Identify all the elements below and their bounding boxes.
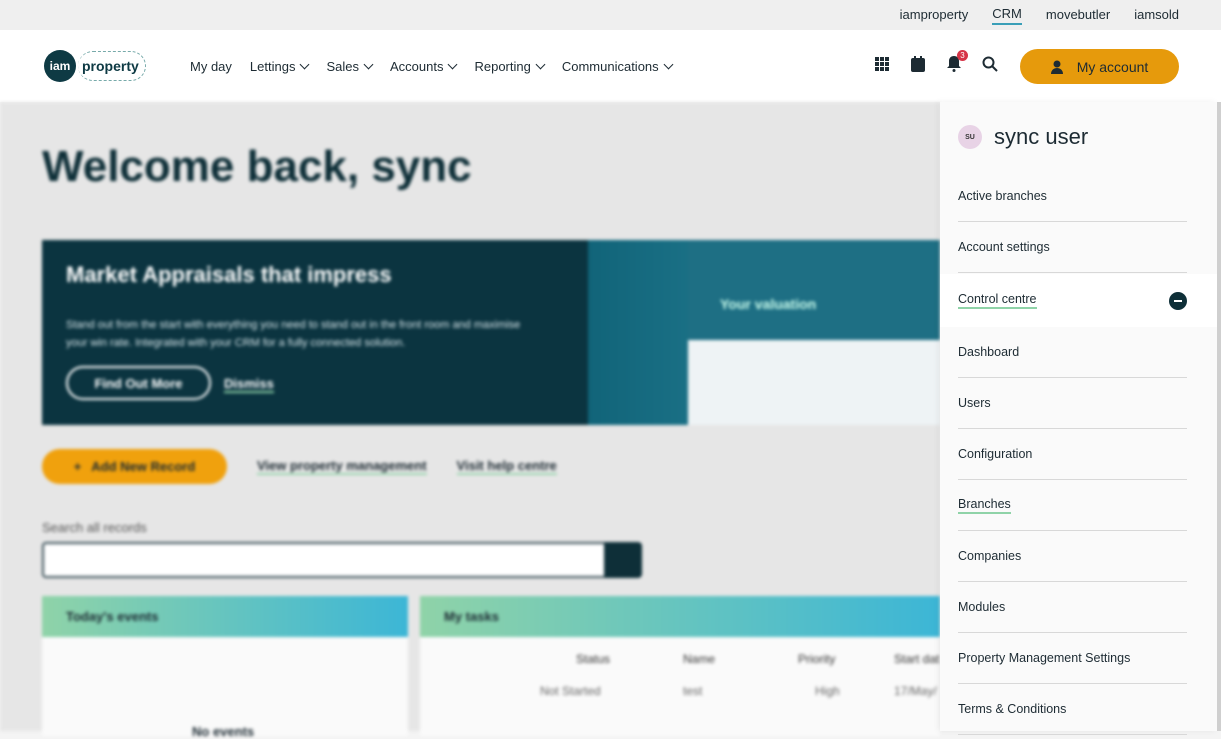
logo-word: property bbox=[78, 51, 146, 81]
chevron-down-icon bbox=[300, 59, 310, 69]
drawer-item-label: Property Management Settings bbox=[958, 651, 1131, 665]
visit-help-centre-link[interactable]: Visit help centre bbox=[456, 458, 557, 475]
task-name[interactable]: test bbox=[683, 684, 702, 698]
chevron-down-icon bbox=[363, 59, 374, 69]
drawer-item-configuration[interactable]: Configuration bbox=[958, 429, 1187, 480]
nav-item-lettings[interactable]: Lettings bbox=[249, 58, 310, 74]
events-header: Today's events bbox=[42, 596, 408, 637]
nav-label: Sales bbox=[326, 58, 359, 74]
brand-link-crm[interactable]: CRM bbox=[992, 6, 1022, 25]
nav-label: Lettings bbox=[249, 58, 296, 74]
column-header: Start dat bbox=[894, 652, 940, 666]
search-submit-button[interactable] bbox=[604, 542, 642, 578]
logo[interactable]: iam property bbox=[44, 50, 146, 82]
column-header: Priority bbox=[798, 652, 836, 666]
drawer-item-terms-conditions[interactable]: Terms & Conditions bbox=[958, 684, 1187, 735]
brand-switcher: iamproperty CRM movebutler iamsold bbox=[0, 0, 1221, 30]
drawer-item-property-management-settings[interactable]: Property Management Settings bbox=[958, 633, 1187, 684]
chevron-down-icon bbox=[535, 59, 546, 69]
my-tasks-panel: My tasks Status Name Priority Start dat … bbox=[420, 596, 940, 736]
nav-item-communications[interactable]: Communications bbox=[561, 58, 674, 74]
drawer-item-control-centre[interactable]: Control centre bbox=[940, 274, 1217, 327]
drawer-item-label: Account settings bbox=[958, 240, 1050, 254]
brand-link-movebutler[interactable]: movebutler bbox=[1046, 7, 1110, 24]
drawer-item-active-branches[interactable]: Active branches bbox=[958, 171, 1187, 222]
nav-item-sales[interactable]: Sales bbox=[326, 58, 374, 74]
bell-icon[interactable]: 3 bbox=[942, 50, 968, 76]
view-property-management-link[interactable]: View property management bbox=[257, 458, 427, 475]
drawer-item-label: Modules bbox=[958, 600, 1006, 614]
todays-events-panel: Today's events No events bbox=[42, 596, 408, 739]
column-header: Name bbox=[683, 652, 716, 666]
nav-label: Reporting bbox=[474, 58, 531, 74]
dashboard-background: Welcome back, sync Market Appraisals tha… bbox=[0, 102, 940, 739]
grid-icon[interactable] bbox=[870, 52, 894, 76]
nav-label: Communications bbox=[561, 58, 659, 74]
promo-banner: Market Appraisals that impress Stand out… bbox=[42, 240, 940, 425]
user-icon bbox=[1050, 60, 1063, 74]
search-label: Search all records bbox=[42, 520, 147, 535]
drawer-item-label: Companies bbox=[958, 549, 1022, 563]
drawer-item-label: Control centre bbox=[958, 292, 1037, 309]
collapse-icon[interactable] bbox=[1169, 291, 1187, 310]
page-title: Welcome back, sync bbox=[42, 142, 472, 191]
nav-icons: 3 bbox=[870, 50, 1014, 76]
drawer-item-label: Branches bbox=[958, 497, 1011, 514]
nav-menu: My day Lettings Sales Accounts Reporting… bbox=[190, 30, 690, 102]
user-header: SU sync user bbox=[958, 124, 1088, 150]
search-icon[interactable] bbox=[978, 52, 1002, 76]
banner-body: Stand out from the start with everything… bbox=[66, 319, 521, 349]
preview-heading: Your valuation bbox=[720, 296, 817, 312]
chevron-down-icon bbox=[663, 59, 674, 69]
preview-header bbox=[688, 240, 940, 340]
drawer-item-label: Active branches bbox=[958, 189, 1047, 203]
quick-actions: + Add New Record View property management… bbox=[42, 449, 557, 484]
task-start: 17/May/ bbox=[894, 684, 937, 698]
column-header: Status bbox=[576, 652, 611, 666]
drawer-item-modules[interactable]: Modules bbox=[958, 582, 1187, 633]
nav-item-my-day[interactable]: My day bbox=[190, 59, 232, 74]
main-navbar: iam property My day Lettings Sales Accou… bbox=[0, 30, 1221, 102]
nav-label: My day bbox=[190, 58, 232, 74]
drawer-item-account-settings[interactable]: Account settings bbox=[958, 222, 1187, 273]
dismiss-link[interactable]: Dismiss bbox=[224, 376, 274, 393]
drawer-item-branches[interactable]: Branches bbox=[958, 480, 1187, 531]
nav-item-reporting[interactable]: Reporting bbox=[474, 58, 546, 74]
no-events-text: No events bbox=[192, 724, 255, 739]
find-out-more-button[interactable]: Find Out More bbox=[66, 366, 211, 400]
drawer-scrollbar[interactable] bbox=[1217, 102, 1221, 731]
add-new-record-button[interactable]: + Add New Record bbox=[42, 449, 227, 484]
task-status: Not Started bbox=[540, 684, 601, 698]
brand-link-iamproperty[interactable]: iamproperty bbox=[900, 7, 969, 24]
drawer-item-label: Configuration bbox=[958, 447, 1033, 461]
banner-title: Market Appraisals that impress bbox=[66, 262, 392, 287]
drawer-item-dashboard[interactable]: Dashboard bbox=[958, 327, 1187, 378]
my-account-label: My account bbox=[1076, 58, 1149, 75]
banner-preview-image: Your valuation bbox=[588, 240, 940, 425]
chevron-down-icon bbox=[448, 59, 458, 69]
brand-link-iamsold[interactable]: iamsold bbox=[1134, 7, 1179, 24]
search-records-input[interactable] bbox=[42, 542, 606, 578]
account-drawer: SU sync user Active branches Account set… bbox=[940, 102, 1217, 735]
drawer-item-users[interactable]: Users bbox=[958, 378, 1187, 429]
tasks-header: My tasks bbox=[420, 596, 940, 637]
task-priority: High bbox=[815, 684, 840, 698]
drawer-item-label: Users bbox=[958, 396, 991, 410]
nav-item-accounts[interactable]: Accounts bbox=[389, 58, 458, 74]
plus-icon: + bbox=[73, 459, 82, 474]
drawer-item-companies[interactable]: Companies bbox=[958, 531, 1187, 582]
calendar-icon[interactable] bbox=[906, 52, 930, 76]
drawer-item-label: Dashboard bbox=[958, 345, 1020, 359]
nav-label: Accounts bbox=[389, 58, 444, 74]
logo-mark: iam bbox=[44, 50, 76, 82]
my-account-button[interactable]: My account bbox=[1020, 49, 1179, 84]
drawer-item-label: Terms & Conditions bbox=[958, 702, 1067, 716]
add-record-label: Add New Record bbox=[91, 459, 196, 474]
username: sync user bbox=[994, 124, 1089, 149]
notification-badge: 3 bbox=[957, 50, 968, 61]
avatar: SU bbox=[958, 125, 982, 149]
